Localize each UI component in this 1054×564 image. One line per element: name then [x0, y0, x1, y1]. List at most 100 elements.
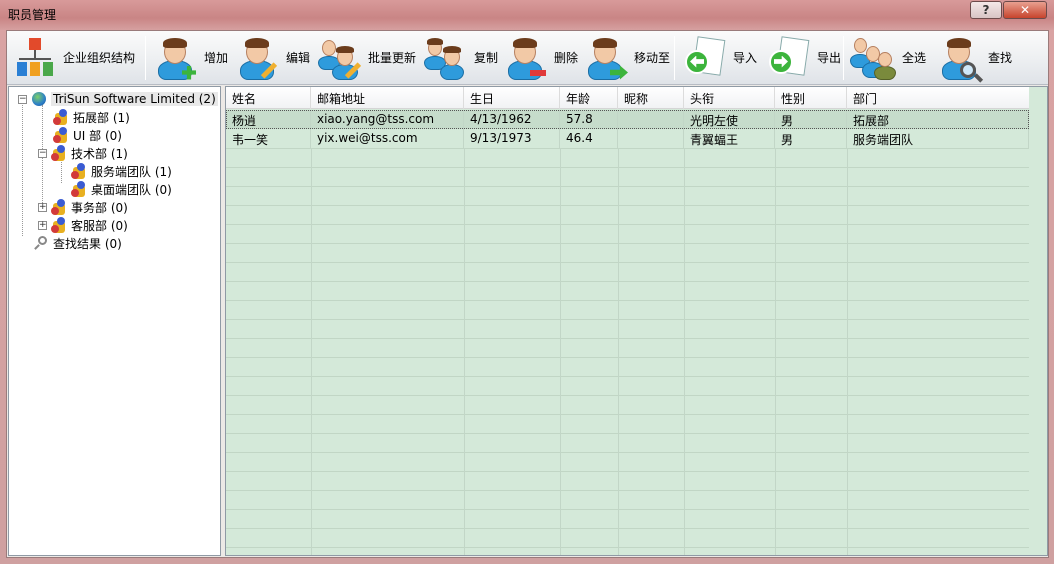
tree-node-label: TriSun Software Limited (2): [51, 92, 218, 106]
add-user-icon: [152, 34, 200, 82]
group-icon: [51, 217, 67, 233]
grid-row-line: [226, 300, 1029, 301]
group-icon: [53, 127, 69, 143]
find-button[interactable]: 查找: [932, 33, 1012, 83]
select-all-label: 全选: [902, 51, 927, 65]
tree-node-root[interactable]: − TriSun Software Limited (2): [18, 90, 218, 108]
employee-grid: 姓名 邮箱地址 生日 年龄 昵称 头衔 性别 部门 杨逍 xiao.yang@t…: [225, 86, 1048, 556]
tree-node-label: 拓展部 (1): [73, 110, 130, 125]
column-header-gender[interactable]: 性别: [775, 87, 847, 109]
cell-nickname: [618, 129, 684, 148]
cell-age: 46.4: [560, 129, 618, 148]
find-user-icon: [936, 34, 984, 83]
tree-node-label: 技术部 (1): [71, 146, 128, 161]
tree-node-dept[interactable]: 拓展部 (1): [53, 108, 130, 126]
copy-user-icon: [422, 34, 470, 82]
org-chart-icon: [11, 34, 59, 82]
grid-row-line: [226, 338, 1029, 339]
copy-button[interactable]: 复制: [418, 33, 498, 83]
tree-node-label: 桌面端团队 (0): [91, 182, 172, 197]
grid-row-line: [226, 452, 1029, 453]
toolbar-separator: [843, 35, 844, 80]
group-icon: [71, 181, 87, 197]
grid-row-line: [226, 528, 1029, 529]
grid-row-line: [226, 281, 1029, 282]
column-header-name[interactable]: 姓名: [226, 87, 311, 109]
cell-birthday: 9/13/1973: [464, 129, 560, 148]
edit-user-icon: [234, 34, 282, 82]
batch-update-button[interactable]: 批量更新: [312, 33, 418, 83]
group-icon: [51, 199, 67, 215]
grid-row-line: [226, 243, 1029, 244]
export-button[interactable]: 导出: [761, 33, 841, 83]
tree-node-dept[interactable]: UI 部 (0): [53, 126, 122, 144]
column-header-nickname[interactable]: 昵称: [618, 87, 684, 109]
import-label: 导入: [733, 51, 758, 65]
delete-label: 删除: [554, 51, 579, 65]
tree-node-label: 事务部 (0): [71, 200, 128, 215]
cell-age: 57.8: [560, 110, 618, 129]
cell-name: 韦一笑: [226, 129, 311, 148]
copy-label: 复制: [474, 51, 499, 65]
delete-button[interactable]: 删除: [498, 33, 578, 83]
expand-icon[interactable]: +: [38, 220, 47, 230]
grid-row-line: [226, 376, 1029, 377]
grid-row-line: [226, 471, 1029, 472]
column-header-age[interactable]: 年龄: [560, 87, 618, 109]
grid-row-line: [226, 186, 1029, 187]
cell-name: 杨逍: [226, 110, 311, 129]
move-to-button[interactable]: 移动至: [578, 33, 672, 83]
grid-row-line: [226, 490, 1029, 491]
tree-node-dept[interactable]: + 客服部 (0): [38, 216, 128, 234]
edit-button[interactable]: 编辑: [230, 33, 312, 83]
grid-row-line: [226, 509, 1029, 510]
vertical-scrollbar[interactable]: [1029, 87, 1047, 555]
cell-title: 青翼蝠王: [684, 129, 775, 148]
grid-row-line: [226, 357, 1029, 358]
tree-node-team[interactable]: 服务端团队 (1): [71, 162, 172, 180]
column-header-birthday[interactable]: 生日: [464, 87, 560, 109]
import-button[interactable]: 导入: [677, 33, 761, 83]
cell-gender: 男: [775, 110, 847, 129]
move-user-icon: [582, 34, 630, 82]
main-frame: 企业组织结构 增加 编辑 批量更新 复制 删除 移动至 导入 导出 全选 查找 …: [6, 30, 1049, 558]
grid-column-line: [464, 148, 465, 555]
group-icon: [71, 163, 87, 179]
toolbar-separator: [674, 35, 675, 80]
help-button[interactable]: ?: [970, 1, 1002, 19]
expand-icon[interactable]: +: [38, 202, 47, 212]
tree-connector: [22, 102, 23, 236]
grid-row-line: [226, 148, 1029, 149]
collapse-icon[interactable]: −: [38, 148, 47, 158]
collapse-icon[interactable]: −: [18, 94, 27, 104]
grid-header: 姓名 邮箱地址 生日 年龄 昵称 头衔 性别 部门: [226, 87, 1029, 109]
table-row[interactable]: 杨逍 xiao.yang@tss.com 4/13/1962 57.8 光明左使…: [226, 110, 1029, 129]
cell-email: yix.wei@tss.com: [311, 129, 464, 148]
tree-node-team[interactable]: 桌面端团队 (0): [71, 180, 172, 198]
column-header-title[interactable]: 头衔: [684, 87, 775, 109]
grid-row-line: [226, 262, 1029, 263]
edit-label: 编辑: [286, 51, 311, 65]
tree-connector: [61, 159, 62, 183]
export-icon: [765, 34, 813, 82]
column-header-email[interactable]: 邮箱地址: [311, 87, 464, 109]
batch-update-icon: [316, 34, 364, 82]
cell-gender: 男: [775, 129, 847, 148]
org-tree: − TriSun Software Limited (2) 拓展部 (1) UI…: [8, 86, 221, 556]
column-header-department[interactable]: 部门: [847, 87, 1029, 109]
toolbar: 企业组织结构 增加 编辑 批量更新 复制 删除 移动至 导入 导出 全选 查找: [7, 31, 1048, 85]
batch-update-label: 批量更新: [368, 51, 417, 65]
tree-node-search-results[interactable]: 查找结果 (0): [33, 234, 122, 252]
tree-node-dept[interactable]: + 事务部 (0): [38, 198, 128, 216]
globe-icon: [31, 91, 47, 107]
add-label: 增加: [204, 51, 229, 65]
table-row[interactable]: 韦一笑 yix.wei@tss.com 9/13/1973 46.4 青翼蝠王 …: [226, 129, 1029, 148]
close-button[interactable]: ✕: [1003, 1, 1047, 19]
toolbar-separator: [145, 35, 146, 80]
magnifier-icon: [33, 235, 49, 251]
tree-node-dept[interactable]: − 技术部 (1): [38, 144, 128, 162]
grid-row-line: [226, 547, 1029, 548]
add-button[interactable]: 增加: [148, 33, 230, 83]
org-structure-button[interactable]: 企业组织结构: [7, 33, 143, 83]
select-all-button[interactable]: 全选: [846, 33, 932, 83]
